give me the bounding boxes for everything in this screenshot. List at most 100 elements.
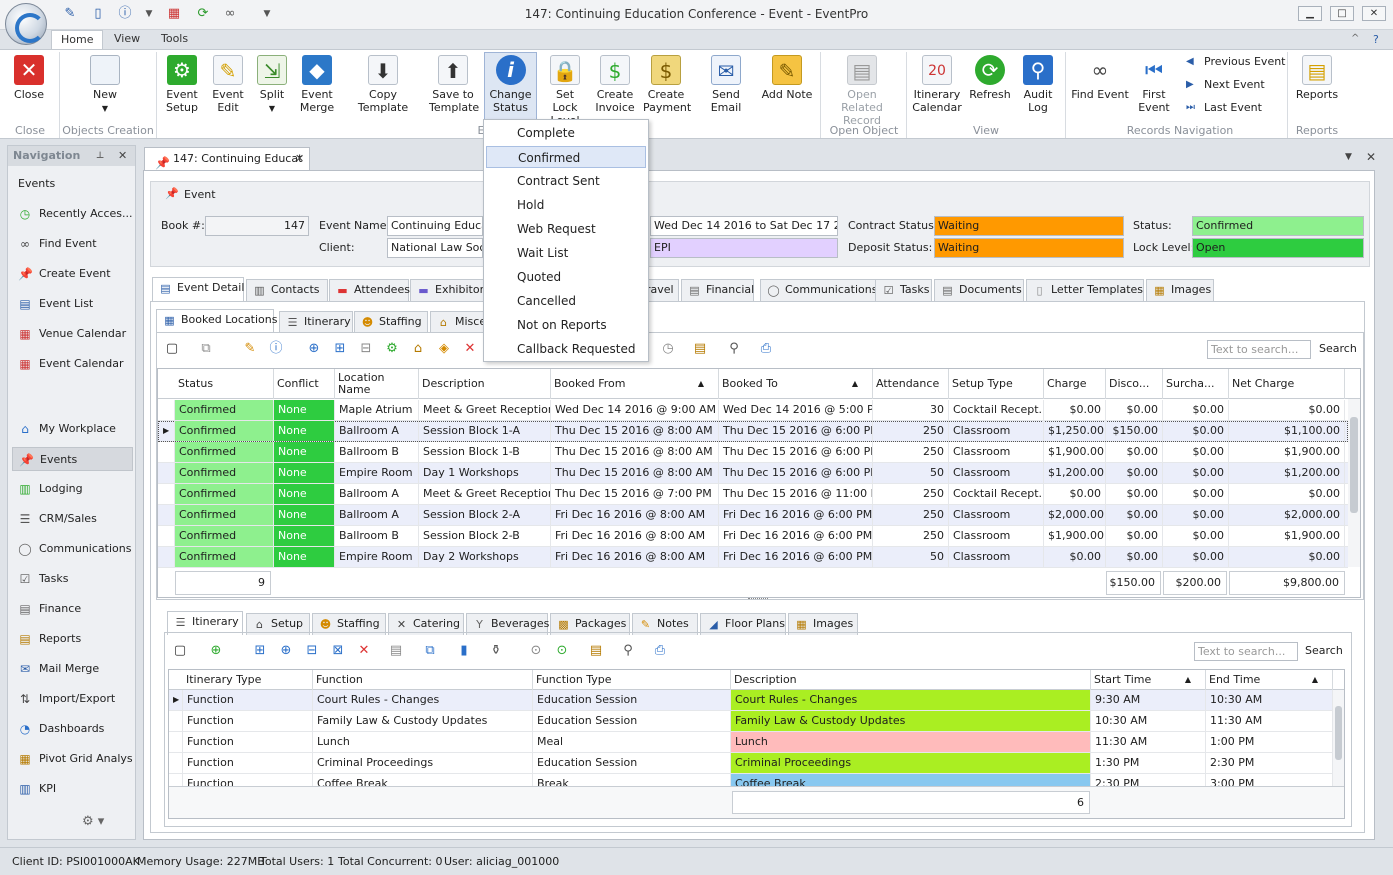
table-row[interactable]: Function Lunch Meal Lunch 11:30 AM 1:00 PM	[169, 732, 1333, 753]
search-doc-icon[interactable]: ⚲	[726, 341, 742, 357]
col-charge[interactable]: Charge	[1044, 369, 1106, 399]
itinerary-scrollbar[interactable]	[1333, 690, 1344, 786]
help-icon[interactable]: ?	[1373, 33, 1379, 46]
tab-documents[interactable]: ▤ Documents	[934, 279, 1024, 301]
book-icon[interactable]: ▮	[456, 643, 472, 659]
subtab-staffing[interactable]: ☻ Staffing	[354, 311, 428, 333]
nav-item-recently-acces[interactable]: ◷ Recently Acces...	[12, 202, 133, 226]
set-lock-level-button[interactable]: 🔒Set Lock Level	[541, 53, 589, 127]
subtab-booked-locations[interactable]: ▦ Booked Locations	[156, 309, 278, 333]
nav-item-pivot-grid-analysis[interactable]: ▦ Pivot Grid Analysis	[12, 747, 133, 771]
dropdown-arrow-icon[interactable]: ▼	[141, 6, 157, 22]
table-row[interactable]: Confirmed None Empire Room Day 1 Workshops T…	[158, 463, 1348, 484]
table-row[interactable]: Confirmed None Ballroom B Session Block 2-B…	[158, 526, 1348, 547]
first-event-button[interactable]: ⏮ First Event	[1134, 53, 1174, 119]
menu-item-wait-list[interactable]: Wait List	[486, 242, 646, 264]
grid-icon[interactable]: ▤	[388, 643, 404, 659]
col-end-time[interactable]: End Time ▲	[1206, 670, 1333, 690]
nav-item-kpi[interactable]: ▥ KPI	[12, 777, 133, 801]
clipboard-icon[interactable]: ▤	[588, 643, 604, 659]
delete-icon[interactable]: ✕	[356, 643, 372, 659]
col-start-time[interactable]: Start Time ▲	[1091, 670, 1206, 690]
nav-item-event-calendar[interactable]: ▦ Event Calendar	[12, 352, 133, 376]
col-disco[interactable]: Disco...	[1106, 369, 1163, 399]
delete-icon[interactable]: ✕	[462, 341, 478, 357]
menu-item-contract-sent[interactable]: Contract Sent	[486, 170, 646, 192]
col-function[interactable]: Function	[313, 670, 533, 690]
nav-item-finance[interactable]: ▤ Finance	[12, 597, 133, 621]
tab-communications[interactable]: ◯ Communications	[760, 279, 877, 301]
status-field[interactable]: Confirmed	[1192, 216, 1364, 236]
customize-qat-icon[interactable]: ▼	[259, 6, 275, 22]
nav-item-find-event[interactable]: ∞ Find Event	[12, 232, 133, 256]
tab-financial[interactable]: ▤ Financial	[681, 279, 754, 301]
new-button[interactable]: New ▼	[80, 53, 130, 119]
nav-item-create-event[interactable]: 📌 Create Event	[12, 262, 133, 286]
find-event-button[interactable]: ∞ Find Event	[1070, 53, 1130, 119]
subtab-misce[interactable]: ⌂ Misce	[430, 311, 486, 333]
nav-item-event-list[interactable]: ▤ Event List	[12, 292, 133, 316]
close-pane-icon[interactable]: ✕	[118, 146, 127, 166]
table-row[interactable]: ▶ Confirmed None Ballroom A Session Block 1-…	[158, 421, 1348, 442]
tab-list-icon[interactable]: ▼	[1345, 152, 1352, 162]
location-alt-icon[interactable]: ⊟	[304, 643, 320, 659]
col-booked-to[interactable]: Booked To ▲	[719, 369, 873, 399]
subtab-itinerary[interactable]: ☰ Itinerary	[279, 311, 353, 333]
location-alt-icon[interactable]: ⊟	[358, 341, 374, 357]
event-merge-button[interactable]: ◆ Event Merge	[296, 53, 338, 119]
event-dates-field[interactable]: Wed Dec 14 2016 to Sat Dec 17 2016	[650, 216, 838, 236]
col-booked-from[interactable]: Booked From ▲	[551, 369, 719, 399]
edit-icon[interactable]: ✎	[62, 6, 78, 22]
col-net-charge[interactable]: Net Charge	[1229, 369, 1345, 399]
close-tab-icon[interactable]: ✕	[295, 148, 304, 170]
event-name-field[interactable]: Continuing Educatio	[387, 216, 483, 236]
col-description[interactable]: Description	[419, 369, 551, 399]
nav-item-events[interactable]: 📌 Events	[12, 447, 133, 471]
filter-icon[interactable]: ⚱	[488, 643, 504, 659]
change-status-button[interactable]: iChange Status ▼	[484, 52, 537, 127]
nav-item-tasks[interactable]: ☑ Tasks	[12, 567, 133, 591]
reports-button[interactable]: ▤ Reports	[1293, 53, 1341, 119]
table-row[interactable]: Confirmed None Maple Atrium Meet & Greet Re…	[158, 400, 1348, 421]
col-setup-type[interactable]: Setup Type	[949, 369, 1044, 399]
info-icon[interactable]: ⓘ	[117, 6, 133, 22]
new-row-icon[interactable]: ▢	[164, 341, 180, 357]
clock-icon[interactable]: ◷	[660, 341, 676, 357]
table-row[interactable]: Confirmed None Ballroom B Session Block 1-B…	[158, 442, 1348, 463]
maximize-button[interactable]: □	[1330, 6, 1354, 21]
tab-home[interactable]: Home	[51, 30, 104, 50]
menu-item-callback-requested[interactable]: Callback Requested	[486, 338, 646, 360]
close-button[interactable]: ✕ Close	[8, 53, 50, 119]
copy-icon[interactable]: ⧉	[198, 341, 214, 357]
splitter-handle[interactable]	[748, 598, 768, 602]
refresh-icon[interactable]: ⟳	[195, 6, 211, 22]
refresh-button[interactable]: ⟳ Refresh	[966, 53, 1014, 119]
menu-item-confirmed[interactable]: Confirmed	[486, 146, 646, 168]
menu-item-quoted[interactable]: Quoted	[486, 266, 646, 288]
itinerary-calendar-button[interactable]: 20 Itinerary Calendar	[912, 53, 962, 119]
binoculars-icon[interactable]: ∞	[222, 6, 238, 22]
previous-event-button[interactable]: ◀ Previous Event	[1186, 54, 1286, 70]
nav-item-lodging[interactable]: ▥ Lodging	[12, 477, 133, 501]
tab-exhibitors[interactable]: ▬ Exhibitors	[410, 279, 490, 301]
pencil-icon[interactable]: ✎	[242, 341, 258, 357]
tab-attendees[interactable]: ▬ Attendees	[329, 279, 410, 301]
copy-template-button[interactable]: ⬇ Copy Template	[343, 53, 423, 119]
menu-item-web-request[interactable]: Web Request	[486, 218, 646, 240]
tab-tasks[interactable]: ☑ Tasks	[875, 279, 932, 301]
print-icon[interactable]: ⎙	[652, 643, 668, 659]
setup-icon[interactable]: ⚙	[384, 341, 400, 357]
itinerary-search-button[interactable]: Search	[1305, 642, 1343, 661]
event-edit-button[interactable]: ✎ Event Edit	[208, 53, 248, 119]
nav-item-communications[interactable]: ◯ Communications	[12, 537, 133, 561]
col-surcha[interactable]: Surcha...	[1163, 369, 1229, 399]
itinerary-search-input[interactable]: Text to search...	[1194, 642, 1298, 661]
save-to-template-button[interactable]: ⬆ Save to Template	[428, 53, 479, 119]
minimize-button[interactable]: ▁	[1298, 6, 1322, 21]
last-event-button[interactable]: ⏭ Last Event	[1186, 100, 1262, 116]
col-description[interactable]: Description	[731, 670, 1091, 690]
deposit-status-field[interactable]: Waiting	[934, 238, 1124, 258]
nav-item-my-workplace[interactable]: ⌂ My Workplace	[12, 417, 133, 441]
nav-item-venue-calendar[interactable]: ▦ Venue Calendar	[12, 322, 133, 346]
add-note-button[interactable]: ✎ Add Note	[760, 53, 814, 119]
